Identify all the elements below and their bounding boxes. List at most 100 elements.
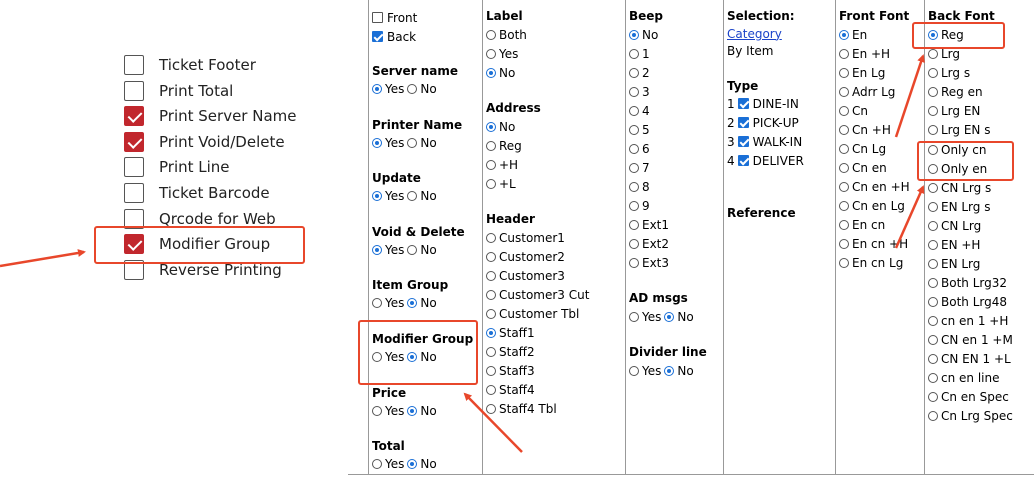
beep-option[interactable]: Ext1 <box>629 215 669 234</box>
radio-icon[interactable] <box>629 200 639 211</box>
address-l[interactable]: +L <box>486 174 516 193</box>
radio-icon[interactable] <box>629 143 639 154</box>
radio-icon[interactable] <box>629 67 639 78</box>
type-checkbox[interactable] <box>737 98 749 109</box>
radio-icon[interactable] <box>629 29 639 40</box>
front-checkbox[interactable] <box>372 12 383 23</box>
radio-icon[interactable] <box>928 391 938 402</box>
radio-icon[interactable] <box>629 86 639 97</box>
beep-option[interactable]: 4 <box>629 101 650 120</box>
radio-icon[interactable] <box>372 83 382 94</box>
radio-icon[interactable] <box>486 289 496 300</box>
update-no[interactable]: No <box>407 189 437 203</box>
radio-icon[interactable] <box>486 346 496 357</box>
print-line-checkbox[interactable] <box>124 157 144 177</box>
radio-icon[interactable] <box>928 67 938 78</box>
back-font-option[interactable]: CN EN 1 +L <box>928 349 1011 368</box>
back-font-option[interactable]: Reg en <box>928 82 983 101</box>
radio-icon[interactable] <box>629 311 639 322</box>
label-yes[interactable]: Yes <box>486 44 518 63</box>
header-option[interactable]: Customer3 Cut <box>486 285 589 304</box>
radio-icon[interactable] <box>839 238 849 249</box>
checklist-item-ticket-barcode[interactable]: Ticket Barcode <box>124 181 270 205</box>
front-font-option[interactable]: En cn <box>839 215 885 234</box>
beep-option[interactable]: 8 <box>629 177 650 196</box>
header-option[interactable]: Staff3 <box>486 361 535 380</box>
radio-icon[interactable] <box>407 405 418 416</box>
back-checkbox[interactable] <box>372 31 383 42</box>
checklist-item-print-line[interactable]: Print Line <box>124 155 230 179</box>
address-no[interactable]: No <box>486 117 515 136</box>
radio-icon[interactable] <box>839 143 849 154</box>
back-font-option[interactable]: EN Lrg <box>928 254 980 273</box>
radio-icon[interactable] <box>486 308 496 319</box>
radio-icon[interactable] <box>839 48 849 59</box>
divider-line-no[interactable]: No <box>664 364 694 378</box>
back-font-option[interactable]: Lrg s <box>928 63 970 82</box>
ticket-footer-checkbox[interactable] <box>124 55 144 75</box>
radio-icon[interactable] <box>407 137 418 148</box>
radio-icon[interactable] <box>928 410 938 421</box>
radio-icon[interactable] <box>664 365 675 376</box>
type-checkbox[interactable] <box>737 117 749 128</box>
radio-icon[interactable] <box>629 238 639 249</box>
radio-icon[interactable] <box>928 86 938 97</box>
radio-icon[interactable] <box>629 105 639 116</box>
radio-icon[interactable] <box>629 219 639 230</box>
checklist-item-print-void-delete[interactable]: Print Void/Delete <box>124 130 285 154</box>
radio-icon[interactable] <box>839 29 849 40</box>
radio-icon[interactable] <box>839 200 849 211</box>
print-void-delete-checkbox[interactable] <box>124 132 144 152</box>
header-option[interactable]: Staff2 <box>486 342 535 361</box>
header-option[interactable]: Customer3 <box>486 266 565 285</box>
radio-icon[interactable] <box>372 244 382 255</box>
price-yes[interactable]: Yes <box>372 404 404 418</box>
radio-icon[interactable] <box>407 244 418 255</box>
ticket-barcode-checkbox[interactable] <box>124 183 144 203</box>
radio-icon[interactable] <box>839 124 849 135</box>
beep-option[interactable]: 1 <box>629 44 650 63</box>
radio-icon[interactable] <box>486 140 496 151</box>
type-option[interactable]: 2 PICK-UP <box>727 113 799 132</box>
header-option[interactable]: Customer1 <box>486 228 565 247</box>
front-font-option[interactable]: Adrr Lg <box>839 82 895 101</box>
back-font-option[interactable]: Both Lrg48 <box>928 292 1007 311</box>
beep-option[interactable]: 6 <box>629 139 650 158</box>
front-font-option[interactable]: En +H <box>839 44 890 63</box>
beep-option[interactable]: Ext2 <box>629 234 669 253</box>
void-delete-no[interactable]: No <box>407 243 437 257</box>
ad-msgs-yes[interactable]: Yes <box>629 310 661 324</box>
beep-option[interactable]: 7 <box>629 158 650 177</box>
type-checkbox[interactable] <box>737 155 749 166</box>
checklist-item-print-server-name[interactable]: Print Server Name <box>124 104 296 128</box>
back-font-option[interactable]: cn en line <box>928 368 999 387</box>
radio-icon[interactable] <box>629 181 639 192</box>
checklist-item-print-total[interactable]: Print Total <box>124 79 233 103</box>
header-option[interactable]: Staff1 <box>486 323 535 342</box>
front-font-option[interactable]: En cn Lg <box>839 253 903 272</box>
radio-icon[interactable] <box>372 297 382 308</box>
label-both[interactable]: Both <box>486 25 527 44</box>
back-font-option[interactable]: Lrg EN <box>928 101 980 120</box>
radio-icon[interactable] <box>486 67 496 78</box>
radio-icon[interactable] <box>664 311 675 322</box>
void-delete-yes[interactable]: Yes <box>372 243 404 257</box>
front-font-option[interactable]: Cn en <box>839 158 887 177</box>
by-item-label[interactable]: By Item <box>727 44 773 58</box>
front-font-option[interactable]: Cn <box>839 101 868 120</box>
radio-icon[interactable] <box>486 384 496 395</box>
front-font-option[interactable]: En Lg <box>839 63 885 82</box>
radio-icon[interactable] <box>372 458 382 469</box>
radio-icon[interactable] <box>839 181 849 192</box>
front-option[interactable]: Front <box>372 8 417 27</box>
type-option[interactable]: 4 DELIVER <box>727 151 804 170</box>
item-group-no[interactable]: No <box>407 296 437 310</box>
printer-name-yes[interactable]: Yes <box>372 136 404 150</box>
header-option[interactable]: Staff4 <box>486 380 535 399</box>
total-no[interactable]: No <box>407 457 437 471</box>
radio-icon[interactable] <box>928 220 938 231</box>
radio-icon[interactable] <box>928 277 938 288</box>
radio-icon[interactable] <box>372 405 382 416</box>
address-reg[interactable]: Reg <box>486 136 522 155</box>
radio-icon[interactable] <box>407 458 418 469</box>
